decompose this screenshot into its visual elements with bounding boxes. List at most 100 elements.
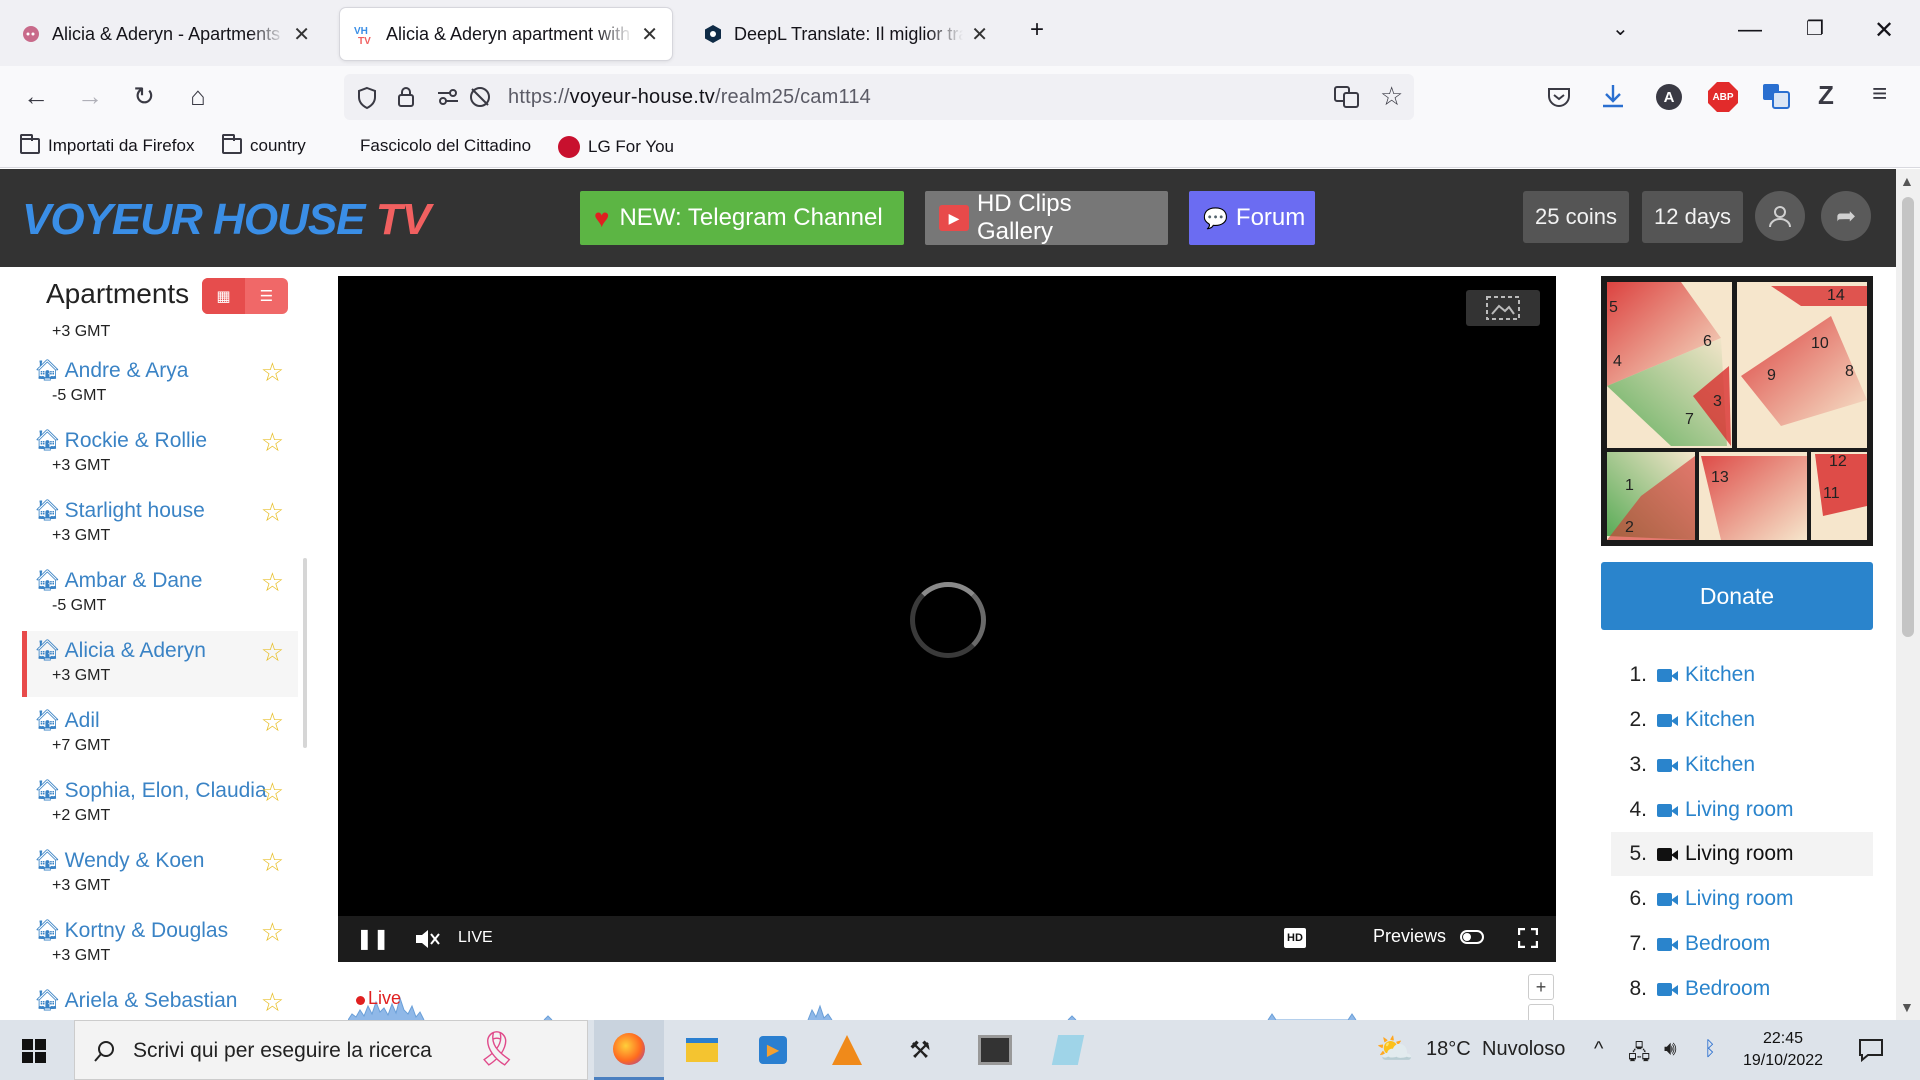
translate-icon[interactable] — [1334, 85, 1360, 109]
scroll-down-arrow-icon[interactable]: ▼ — [1900, 999, 1914, 1015]
pocket-icon[interactable] — [1546, 84, 1572, 110]
notifications-icon[interactable] — [1858, 1038, 1884, 1062]
sidebar-item-starlight-house[interactable]: 🏠︎ Starlight house +3 GMT ☆ — [22, 491, 298, 557]
camera-item-2[interactable]: 2. Kitchen — [1611, 698, 1873, 742]
share-arrow-icon[interactable]: ➦ — [1821, 191, 1871, 241]
bookmark-folder-imported[interactable]: Importati da Firefox — [20, 134, 194, 156]
menu-hamburger-icon[interactable]: ≡ — [1872, 78, 1887, 109]
favorite-star-icon[interactable]: ☆ — [261, 777, 284, 808]
grid-view-icon[interactable]: ▦ — [202, 278, 245, 314]
translate-extension-icon[interactable] — [1762, 82, 1790, 110]
activity-timeline[interactable]: Live + — [338, 966, 1556, 1024]
account-avatar-icon[interactable]: A — [1656, 84, 1682, 110]
restore-button[interactable]: ❐ — [1806, 16, 1824, 41]
pause-icon[interactable]: ❚❚ — [356, 926, 390, 951]
site-logo[interactable]: VOYEUR HOUSE TV — [22, 195, 431, 245]
list-view-icon[interactable]: ☰ — [245, 278, 288, 314]
app-icon-notepad[interactable] — [1033, 1020, 1103, 1080]
weather-cloud-icon[interactable]: ⛅ — [1376, 1032, 1413, 1067]
close-tab-icon[interactable]: ✕ — [641, 22, 658, 47]
back-arrow-icon[interactable]: ← — [20, 80, 52, 112]
favorite-star-icon[interactable]: ☆ — [261, 987, 284, 1018]
page-scrollbar[interactable]: ▲ ▼ — [1896, 169, 1920, 1020]
room-number-label[interactable]: 9 — [1767, 367, 1776, 384]
app-icon-tools[interactable]: ⚒ — [885, 1020, 955, 1080]
bookmark-star-icon[interactable]: ☆ — [1380, 81, 1403, 112]
forward-arrow-icon[interactable]: → — [74, 80, 106, 112]
muted-speaker-icon[interactable] — [414, 928, 440, 950]
sidebar-item-rockie-rollie[interactable]: 🏠︎ Rockie & Rollie +3 GMT ☆ — [22, 421, 298, 487]
view-toggle[interactable]: ▦ ☰ — [202, 278, 288, 314]
video-player[interactable]: ❚❚ LIVE HD Previews — [338, 276, 1556, 962]
tracking-blocked-icon[interactable] — [468, 85, 492, 109]
camera-item-1[interactable]: 1. Kitchen — [1611, 653, 1873, 697]
favorite-star-icon[interactable]: ☆ — [261, 707, 284, 738]
sidebar-item-ambar-dane[interactable]: 🏠︎ Ambar & Dane -5 GMT ☆ — [22, 561, 298, 627]
favorite-star-icon[interactable]: ☆ — [261, 497, 284, 528]
favorite-star-icon[interactable]: ☆ — [261, 357, 284, 388]
bluetooth-icon[interactable]: ᛒ — [1704, 1038, 1716, 1061]
shield-icon[interactable] — [356, 86, 378, 110]
zoom-in-button[interactable]: + — [1528, 974, 1554, 1000]
show-hidden-icons-chevron-icon[interactable]: ^ — [1594, 1038, 1603, 1061]
favorite-star-icon[interactable]: ☆ — [261, 427, 284, 458]
sidebar-scrollbar[interactable] — [303, 558, 307, 748]
close-window-button[interactable]: ✕ — [1874, 16, 1894, 45]
room-number-label[interactable]: 5 — [1609, 299, 1618, 316]
download-icon[interactable] — [1600, 82, 1626, 110]
sidebar-item-adil[interactable]: 🏠︎ Adil +7 GMT ☆ — [22, 701, 298, 767]
days-badge[interactable]: 12 days — [1642, 191, 1744, 243]
close-tab-icon[interactable]: ✕ — [971, 22, 988, 47]
room-number-label[interactable]: 11 — [1823, 485, 1840, 502]
windows-start-icon[interactable] — [22, 1039, 46, 1063]
room-number-label[interactable]: 4 — [1613, 353, 1622, 370]
tab-alicia-aderyn[interactable]: VH TV Alicia & Aderyn apartment with ✕ — [340, 8, 672, 60]
reload-icon[interactable]: ↻ — [128, 80, 160, 112]
favorite-star-icon[interactable]: ☆ — [261, 567, 284, 598]
weather-description[interactable]: Nuvoloso — [1482, 1038, 1565, 1061]
list-tabs-chevron-icon[interactable]: ⌄ — [1612, 16, 1629, 41]
telegram-channel-button[interactable]: ♥ NEW: Telegram Channel — [580, 191, 904, 245]
sidebar-item-andre-arya[interactable]: 🏠︎ Andre & Arya -5 GMT ☆ — [22, 351, 298, 417]
hd-quality-icon[interactable]: HD — [1284, 928, 1306, 948]
snapshot-image-icon[interactable] — [1466, 290, 1540, 326]
weather-temperature[interactable]: 18°C — [1426, 1038, 1471, 1061]
sidebar-item-sophia-elon-claudia[interactable]: 🏠︎ Sophia, Elon, Claudia +2 GMT ☆ — [22, 771, 298, 837]
room-number-label[interactable]: 2 — [1625, 519, 1634, 536]
camera-item-3[interactable]: 3. Kitchen — [1611, 743, 1873, 787]
home-icon[interactable]: ⌂ — [182, 80, 214, 112]
user-profile-icon[interactable] — [1755, 191, 1805, 241]
network-icon[interactable]: 🖧 — [1628, 1038, 1650, 1072]
bookmark-lg[interactable]: LG For You — [558, 136, 674, 158]
room-number-label[interactable]: 3 — [1713, 393, 1722, 410]
url-text[interactable]: https://voyeur-house.tv/realm25/cam114 — [508, 86, 871, 109]
close-tab-icon[interactable]: ✕ — [293, 22, 310, 47]
new-tab-button[interactable]: + — [1030, 16, 1044, 44]
vlc-icon[interactable] — [812, 1020, 882, 1080]
file-explorer-icon[interactable] — [667, 1020, 737, 1080]
lock-icon[interactable] — [396, 85, 416, 109]
room-number-label[interactable]: 13 — [1711, 469, 1729, 486]
zotero-icon[interactable]: Z — [1818, 80, 1834, 111]
room-number-label[interactable]: 7 — [1685, 411, 1694, 428]
sidebar-item-wendy-koen[interactable]: 🏠︎ Wendy & Koen +3 GMT ☆ — [22, 841, 298, 907]
sidebar-item-alicia-aderyn[interactable]: 🏠︎ Alicia & Aderyn +3 GMT ☆ — [22, 631, 298, 697]
camera-item-8[interactable]: 8. Bedroom — [1611, 967, 1873, 1011]
previews-toggle[interactable] — [1460, 930, 1484, 944]
donate-button[interactable]: Donate — [1601, 562, 1873, 630]
room-number-label[interactable]: 12 — [1829, 453, 1847, 470]
forum-button[interactable]: 💬 Forum — [1189, 191, 1315, 245]
sidebar-item-kortny-douglas[interactable]: 🏠︎ Kortny & Douglas +3 GMT ☆ — [22, 911, 298, 977]
app-icon-monitor[interactable] — [960, 1020, 1030, 1080]
favorite-star-icon[interactable]: ☆ — [261, 847, 284, 878]
taskbar-clock[interactable]: 22:45 19/10/2022 — [1738, 1028, 1828, 1072]
room-number-label[interactable]: 14 — [1827, 287, 1845, 304]
favorite-star-icon[interactable]: ☆ — [261, 917, 284, 948]
tab-apartments[interactable]: Alicia & Aderyn - Apartments D ✕ — [6, 8, 324, 60]
media-player-icon[interactable]: ▶ — [738, 1020, 808, 1080]
fullscreen-icon[interactable] — [1518, 928, 1538, 948]
scrollbar-thumb[interactable] — [1902, 197, 1914, 637]
bookmark-folder-country[interactable]: country — [222, 134, 306, 156]
favorite-star-icon[interactable]: ☆ — [261, 637, 284, 668]
adblock-plus-icon[interactable]: ABP — [1708, 82, 1738, 112]
